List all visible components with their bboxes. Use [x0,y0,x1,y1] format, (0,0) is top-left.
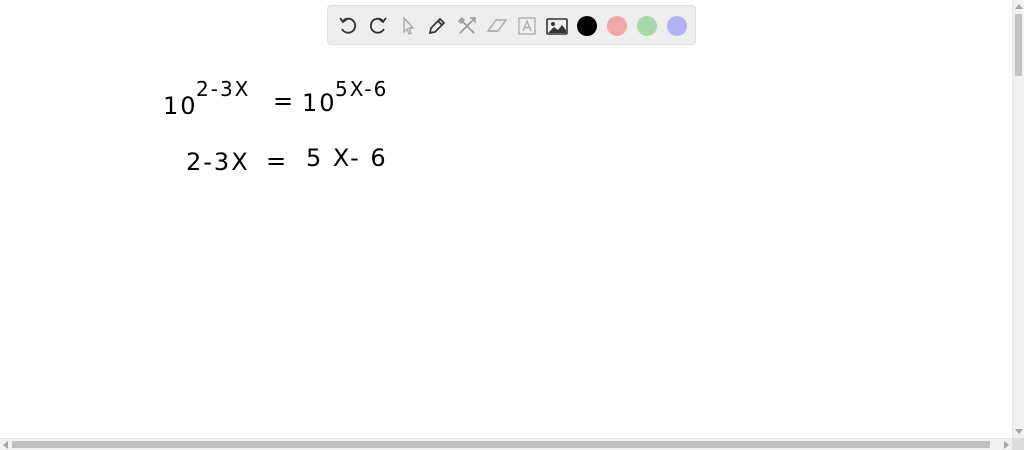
image-icon [546,18,568,35]
scrollbar-corner [1012,438,1024,450]
line1-left-base: 10 [163,92,198,120]
undo-button[interactable] [334,12,362,40]
tools-button[interactable] [453,12,481,40]
scroll-left-arrow-icon[interactable] [3,441,8,449]
select-pointer-icon [403,16,415,35]
horizontal-scroll-thumb[interactable] [12,441,990,448]
redo-icon [369,17,387,34]
color-swatch-green[interactable] [637,16,657,36]
line2-right: 5 X- 6 [306,144,388,172]
horizontal-scrollbar[interactable] [0,438,1012,450]
pen-button[interactable] [423,12,451,40]
text-button[interactable] [513,12,541,40]
color-swatch-black[interactable] [577,16,597,36]
tools-icon [458,17,476,34]
scroll-up-arrow-icon[interactable] [1015,4,1023,9]
redo-button[interactable] [364,12,392,40]
image-button[interactable] [543,12,571,40]
undo-icon [339,17,357,34]
line2-left: 2-3X [186,148,250,176]
vertical-scrollbar[interactable] [1012,0,1024,438]
eraser-icon [486,19,508,32]
drawing-canvas[interactable]: 10 2-3X = 10 5X-6 2-3X = 5 X- 6 [0,0,1012,438]
eraser-button[interactable] [483,12,511,40]
line1-right-base: 10 [302,89,337,117]
text-box-icon [518,17,536,35]
color-swatch-red[interactable] [607,16,627,36]
scroll-down-arrow-icon[interactable] [1015,429,1023,434]
vertical-scroll-thumb[interactable] [1015,14,1022,76]
select-button[interactable] [394,12,422,40]
pen-icon [428,17,446,35]
line1-equals: = [273,87,296,115]
whiteboard-app: 10 2-3X = 10 5X-6 2-3X = 5 X- 6 [0,0,1024,450]
line1-left-exponent: 2-3X [196,77,251,101]
line1-right-exponent: 5X-6 [335,77,389,101]
line2-equals: = [266,147,289,175]
color-swatch-blue[interactable] [667,16,687,36]
scroll-right-arrow-icon[interactable] [1004,441,1009,449]
toolbar [327,5,696,45]
